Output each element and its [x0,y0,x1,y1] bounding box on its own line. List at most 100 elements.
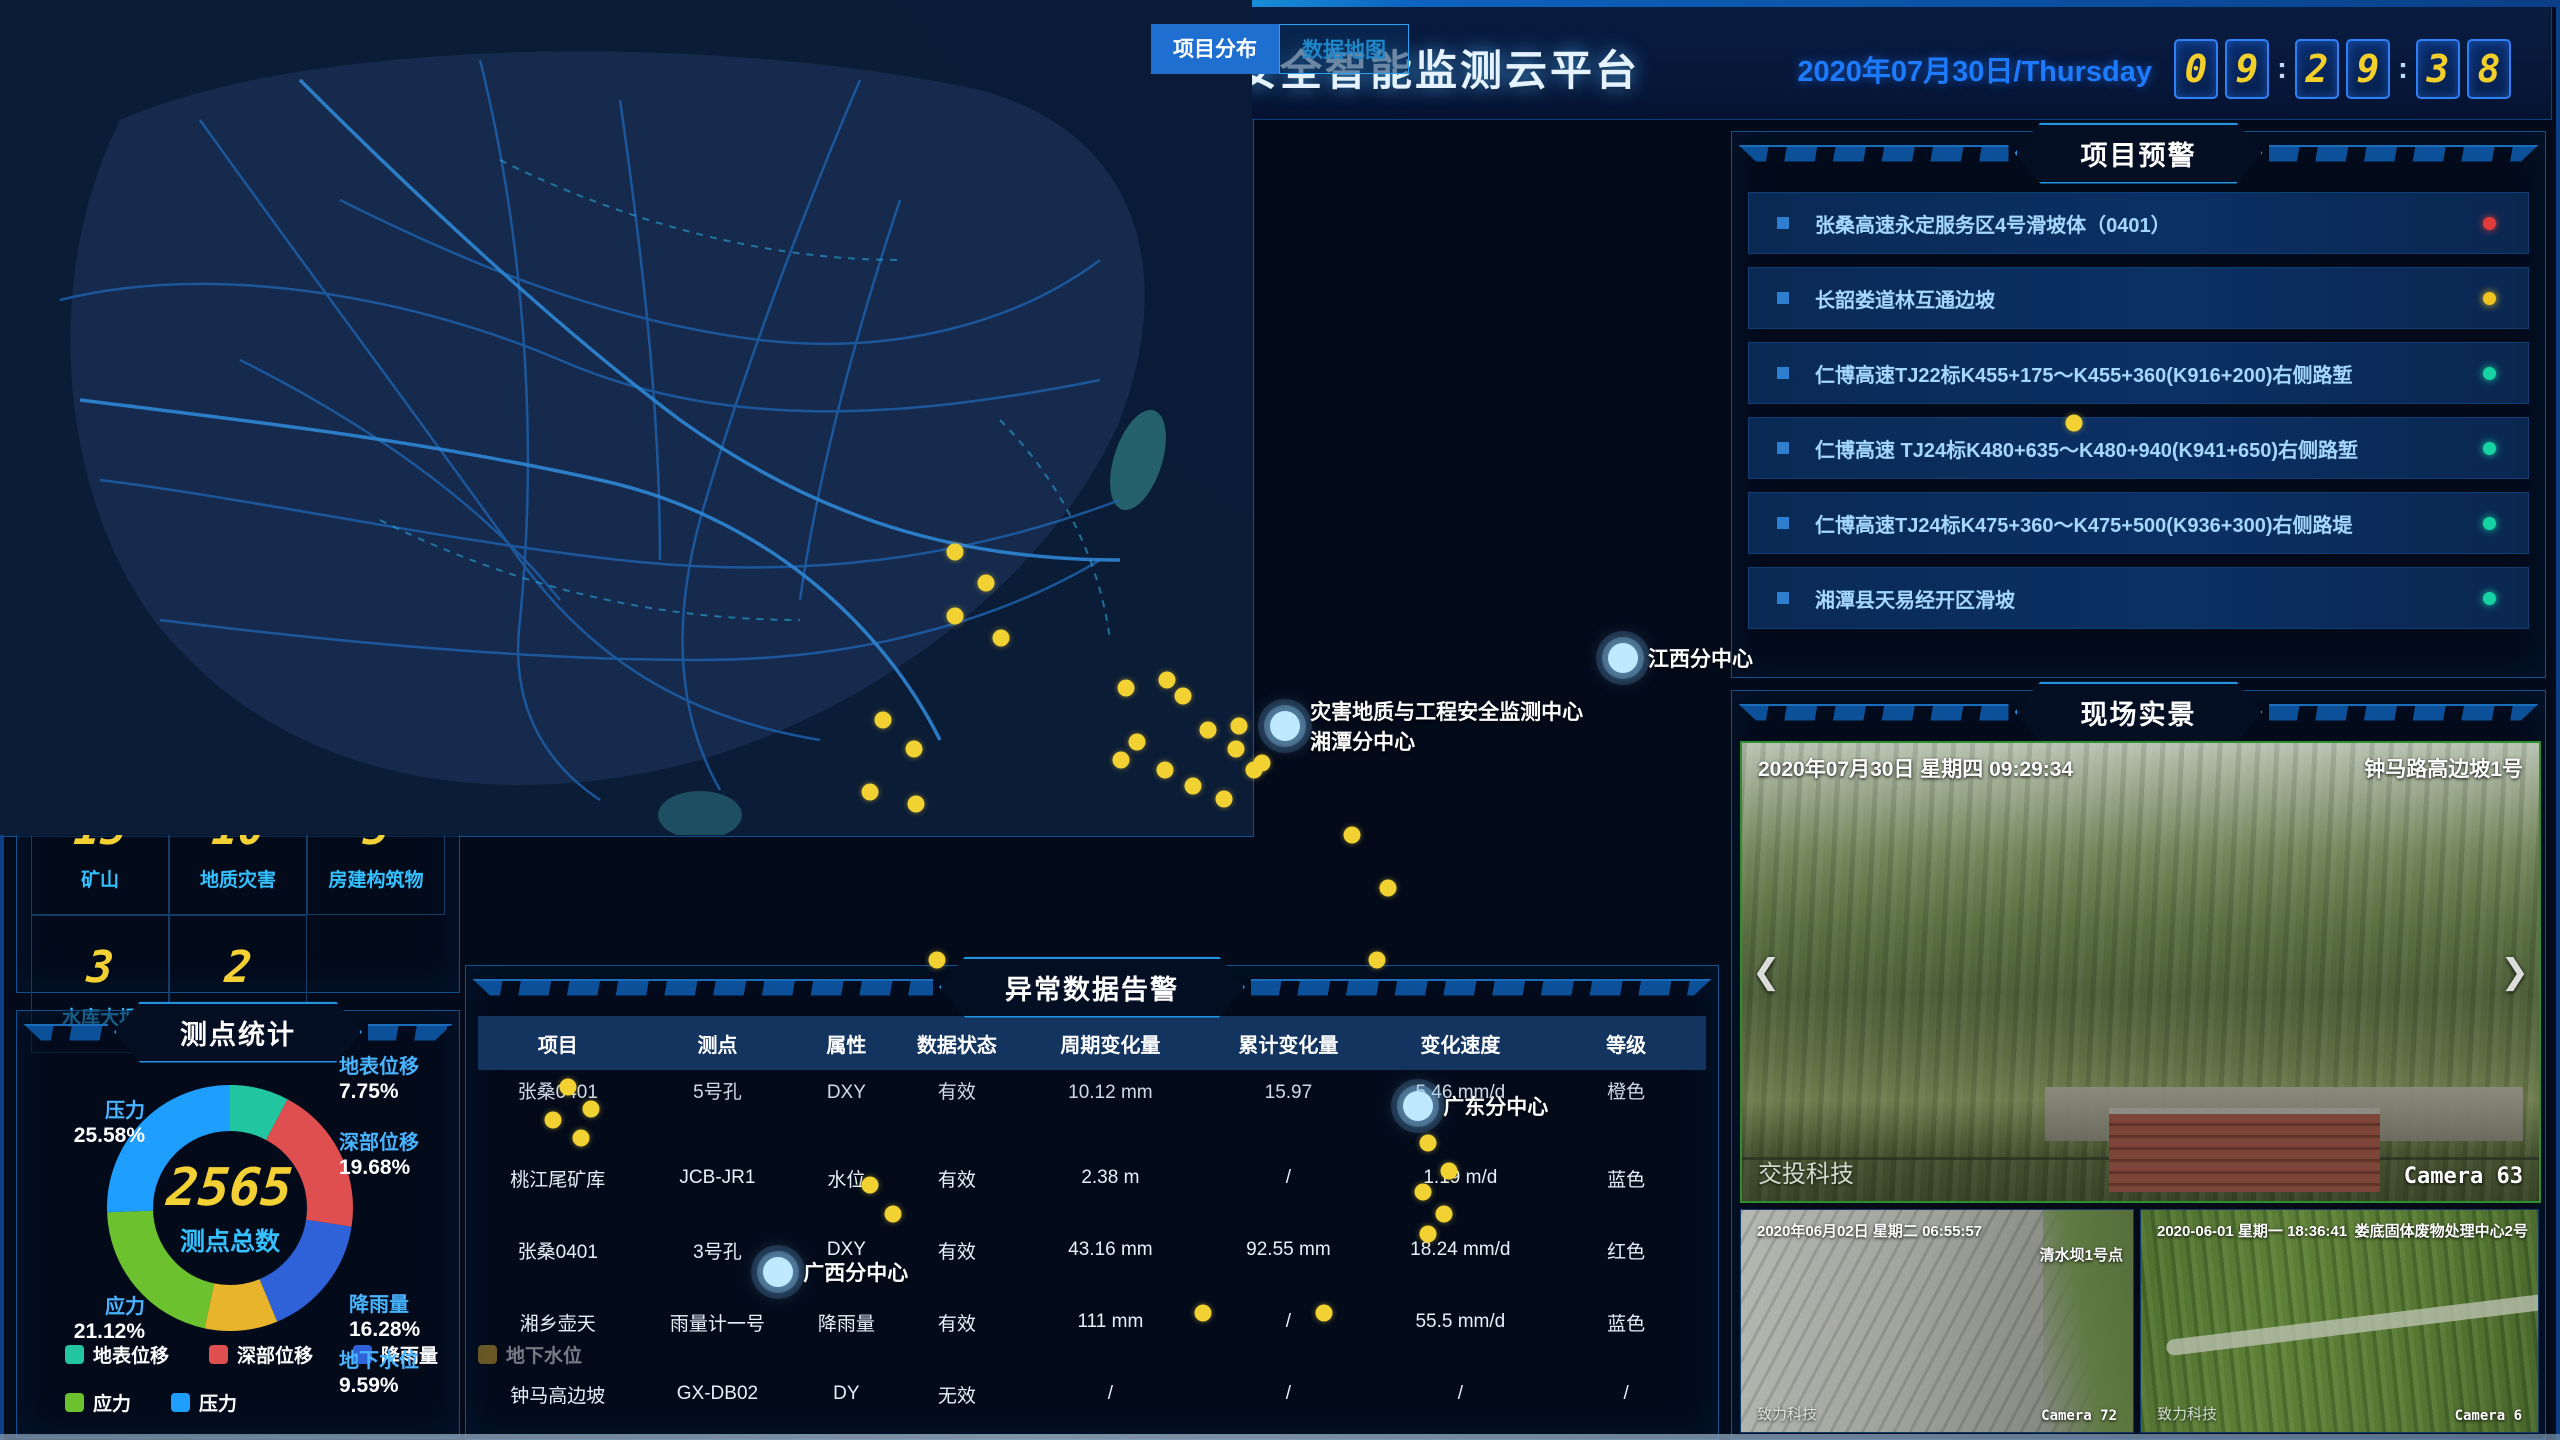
stats-panel-title: 测点统计 [114,1002,362,1063]
map-project-dot[interactable] [1118,680,1135,697]
bottom-scrollbar[interactable] [0,1434,2560,1440]
alerts-header-row: 项目测点属性数据状态周期变化量累计变化量变化速度等级 [478,1016,1706,1070]
warning-row-4[interactable]: 仁博高速TJ24标K475+360～K475+500(K936+300)右侧路堤 [1748,492,2529,554]
warning-text: 仁博高速TJ24标K475+360～K475+500(K936+300)右侧路堤 [1815,509,2483,538]
camera-feed-thumb-2[interactable]: 2020-06-01 星期一 18:36:41 娄底固体废物处理中心2号 致力科… [2140,1209,2539,1433]
map-project-dot[interactable] [977,575,994,592]
map-project-dot[interactable] [1128,733,1145,750]
warning-bullet-icon [1777,292,1789,304]
warning-bullet-icon [1777,592,1789,604]
clock-colon: : [2277,52,2287,86]
donut-callout-1: 深部位移19.68% [339,1131,419,1180]
alerts-row-1[interactable]: 桃江尾矿库JCB-JR1水位有效2.38 m/1.19 m/d蓝色 [478,1142,1706,1214]
alerts-cell: DXY [797,1070,895,1142]
clock-digit-0: 0 [2174,39,2218,99]
map-project-dot[interactable] [862,784,879,801]
dashboard-root: 日常管理应急响应简介功能模块 灾害地质与工程安全智能监测云平台 2020年07月… [0,0,2560,1440]
clock-colon: : [2398,52,2408,86]
alerts-row-3[interactable]: 湘乡壶天雨量计一号降雨量有效111 mm/55.5 mm/d蓝色 [478,1286,1706,1358]
frame-right-line [2556,0,2560,1440]
alerts-col-header-5: 累计变化量 [1202,1016,1374,1070]
camera-id-label: Camera 63 [2404,1164,2523,1189]
map-project-dot[interactable] [908,795,925,812]
alerts-cell: 10.12 mm [1018,1070,1202,1142]
legend-label: 深部位移 [237,1341,313,1368]
camera-site-name: 清水坝1号点 [2040,1244,2123,1265]
warning-row-2[interactable]: 仁博高速TJ22标K455+175～K455+360(K916+200)右侧路堑 [1748,342,2529,404]
donut-legend-row-2: 应力 压力 [65,1389,237,1416]
legend-item-4[interactable]: 应力 [65,1389,131,1416]
map-button-0[interactable]: 项目分布 [1151,24,1254,74]
title-deco-right [2269,145,2540,162]
alerts-cell: / [1202,1142,1374,1214]
map-project-dot[interactable] [946,608,963,625]
map-project-dot[interactable] [1215,791,1232,808]
alerts-cell: 5号孔 [638,1070,798,1142]
map-project-dot[interactable] [946,543,963,560]
summary-label: 地质灾害 [174,865,302,892]
camera-prev-arrow[interactable]: ❮ [1752,952,1781,992]
legend-swatch [209,1345,228,1364]
alerts-cell: 湘乡壶天 [478,1286,638,1358]
camera-feed-thumb-1[interactable]: 2020年06月02日 星期二 06:55:57 清水坝1号点 致力科技 Cam… [1740,1209,2134,1433]
map-project-dot[interactable] [1159,671,1176,688]
warning-row-5[interactable]: 湘潭县天易经开区滑坡 [1748,567,2529,629]
alerts-cell: 橙色 [1546,1070,1706,1142]
callout-name: 深部位移 [339,1131,419,1155]
camera-next-arrow[interactable]: ❯ [2501,952,2530,992]
legend-item-1[interactable]: 深部位移 [209,1341,313,1368]
warnings-panel-title: 项目预警 [2015,123,2263,184]
alerts-cell: 18.24 mm/d [1374,1214,1546,1286]
alerts-row-2[interactable]: 张桑04013号孔DXY有效43.16 mm92.55 mm18.24 mm/d… [478,1214,1706,1286]
map-project-dot[interactable] [875,712,892,729]
map-project-dot[interactable] [1228,740,1245,757]
header-date: 2020年07月30日/Thursday [1797,48,2152,90]
map-project-dot[interactable] [1113,752,1130,769]
alerts-row-4[interactable]: 钟马高边坡GX-DB02DY无效//// [478,1358,1706,1430]
alerts-panel-title-bar: 异常数据告警 [466,962,1718,1012]
legend-swatch [171,1393,190,1412]
summary-label: 矿山 [36,865,164,892]
map-project-dot[interactable] [1200,722,1217,739]
legend-label: 应力 [93,1389,131,1416]
alerts-cell: JCB-JR1 [638,1142,798,1214]
alerts-col-header-1: 测点 [638,1016,798,1070]
map-project-dot[interactable] [1231,717,1248,734]
alerts-cell: 雨量计一号 [638,1286,798,1358]
live-view-panel: 现场实景 2020年07月30日 星期四 09:29:34 钟马路高边坡1号 交… [1731,690,2546,1440]
alerts-cell: 水位 [797,1142,895,1214]
legend-swatch [65,1345,84,1364]
alerts-col-header-7: 等级 [1546,1016,1706,1070]
map-project-dot[interactable] [905,740,922,757]
warning-row-3[interactable]: 仁博高速 TJ24标K480+635～K480+940(K941+650)右侧路… [1748,417,2529,479]
alerts-panel-title: 异常数据告警 [939,957,1245,1018]
title-deco-left [472,979,933,996]
map-project-dot[interactable] [1174,687,1191,704]
donut-callout-3: 地下水位9.59% [339,1349,419,1398]
map-project-dot[interactable] [992,629,1009,646]
warning-text: 仁博高速 TJ24标K480+635～K480+940(K941+650)右侧路… [1815,434,2483,463]
legend-item-0[interactable]: 地表位移 [65,1341,169,1368]
camera-timestamp: 2020-06-01 星期一 18:36:41 [2157,1220,2347,1241]
donut-callout-2: 降雨量16.28% [349,1293,420,1342]
alerts-table: 项目测点属性数据状态周期变化量累计变化量变化速度等级 张桑04015号孔DXY有… [478,1016,1706,1440]
title-deco-left [1738,704,2009,721]
alerts-table-wrap[interactable]: 项目测点属性数据状态周期变化量累计变化量变化速度等级 张桑04015号孔DXY有… [466,1012,1718,1440]
camera-feed-main[interactable]: 2020年07月30日 星期四 09:29:34 钟马路高边坡1号 交投科技 C… [1740,741,2541,1203]
warnings-panel-title-bar: 项目预警 [1732,128,2545,178]
legend-item-5[interactable]: 压力 [171,1389,237,1416]
warning-row-0[interactable]: 张桑高速永定服务区4号滑坡体（0401） [1748,192,2529,254]
warning-status-dot [2483,367,2496,380]
map-panel[interactable]: 项目分布数据地图 江西分中心灾害地质与工程安全监测中心湘潭分中心广东分中心广西分… [0,0,1254,837]
warning-text: 长韶娄道林互通边坡 [1815,284,2483,313]
clock-digit-1: 9 [2225,39,2269,99]
alerts-cell: 蓝色 [1546,1142,1706,1214]
clock-digit-4: 3 [2416,39,2460,99]
map-project-dot[interactable] [1156,762,1173,779]
alerts-cell: 15.97 [1202,1070,1374,1142]
map-project-dot[interactable] [1184,778,1201,795]
alerts-col-header-6: 变化速度 [1374,1016,1546,1070]
warning-bullet-icon [1777,517,1789,529]
camera-id-label: Camera 6 [2455,1408,2522,1424]
warning-row-1[interactable]: 长韶娄道林互通边坡 [1748,267,2529,329]
